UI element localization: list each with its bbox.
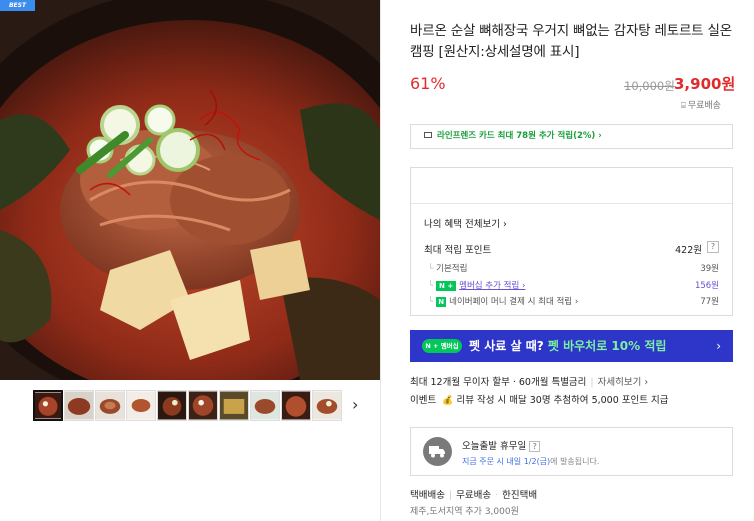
thumbnail-6[interactable] (188, 390, 218, 421)
delivery-carrier: 한진택배 (502, 490, 538, 501)
pet-banner-text-b: 펫 바우처로 10% 적립 (547, 339, 667, 353)
installment-details-link[interactable]: 자세히보기 › (598, 377, 649, 388)
shipping-date: 지금 주문 시 내일 1/2(금) (462, 457, 551, 466)
money-bag-icon: 💰 (442, 396, 454, 406)
event-text: 리뷰 작성 시 매달 30명 추첨하여 5,000 포인트 지급 (456, 395, 669, 406)
view-all-benefits-link[interactable]: 나의 혜택 전체보기 › (424, 216, 507, 230)
divider (411, 203, 732, 204)
product-main-image[interactable]: BEST (0, 0, 380, 380)
soup-illustration (0, 0, 380, 380)
delivery-info: 택배배송 | 무료배송 · 한진택배 (410, 490, 538, 501)
benefit-row-value: 156원 (694, 281, 719, 291)
thumbnail-7[interactable] (219, 390, 249, 421)
help-icon[interactable]: ? (529, 441, 541, 452)
help-icon[interactable]: ? (707, 241, 719, 253)
installment-text: 최대 12개월 무이자 할부 · 60개월 특별금리 (410, 377, 587, 388)
free-shipping-label: 무료배송 (687, 101, 721, 111)
sale-price: 3,900원 (674, 75, 736, 93)
benefit-panel: 나의 혜택 전체보기 › 최대 적립 포인트 422원 ? └ 기본적립 39원 … (410, 167, 733, 316)
jeju-extra-fee: 제주,도서지역 추가 3,000원 (410, 507, 519, 517)
thumbnail-strip (33, 390, 342, 422)
thumbnail-8[interactable] (250, 390, 280, 421)
truck-icon (423, 437, 452, 466)
naver-plus-icon: N + (436, 280, 457, 291)
shipping-title-text: 오늘출발 휴무일 (462, 441, 527, 452)
installment-info: 최대 12개월 무이자 할부 · 60개월 특별금리 | 자세히보기 › (410, 377, 649, 388)
truck-icon: ⌸ (681, 101, 686, 110)
benefit-row-npay: └ N 네이버페이 머니 결제 시 최대 적립 › (428, 296, 579, 307)
best-badge: BEST (0, 0, 35, 11)
credit-card-icon (424, 131, 432, 138)
membership-link[interactable]: 멤버십 추가 적립 › (459, 281, 525, 291)
thumbnail-2[interactable] (64, 390, 94, 421)
chevron-right-icon: › (716, 339, 721, 353)
delivery-fee: 무료배송 (456, 490, 492, 501)
shipping-title: 오늘출발 휴무일? (462, 438, 541, 452)
thumbnail-4[interactable] (126, 390, 156, 421)
naver-pay-icon: N (436, 296, 447, 307)
shipping-schedule-box: 오늘출발 휴무일? 지금 주문 시 내일 1/2(금)에 발송됩니다. (410, 427, 733, 476)
pet-voucher-banner[interactable]: N + 멤버십 펫 사료 살 때? 펫 바우처로 10% 적립 › (410, 330, 733, 362)
chevron-right-icon[interactable]: › (352, 395, 358, 414)
free-shipping-badge: ⌸ 무료배송 (681, 98, 721, 111)
card-benefit-banner[interactable]: 라인프렌즈 카드 최대 78원 추가 적립(2%) › (410, 124, 733, 149)
thumbnail-10[interactable] (312, 390, 342, 421)
thumbnail-5[interactable] (157, 390, 187, 421)
thumbnail-3[interactable] (95, 390, 125, 421)
naver-membership-chip: N + 멤버십 (422, 338, 462, 353)
shipping-subtext: 지금 주문 시 내일 1/2(금)에 발송됩니다. (462, 456, 599, 467)
discount-rate: 61% (410, 74, 446, 93)
benefit-row-label: 기본적립 (436, 264, 468, 274)
benefit-row-value: 39원 (700, 264, 719, 274)
benefit-row-value: 77원 (700, 297, 719, 307)
original-price: 10,000원 (624, 79, 675, 93)
benefit-row-membership: └ N + 멤버십 추가 적립 › (428, 280, 526, 291)
delivery-method: 택배배송 (410, 490, 445, 501)
npay-money-link[interactable]: 네이버페이 머니 결제 시 최대 적립 › (449, 297, 578, 307)
card-benefit-text: 라인프렌즈 카드 최대 78원 추가 적립(2%) › (437, 131, 602, 141)
pet-banner-text-a: 펫 사료 살 때? (469, 339, 548, 353)
column-divider (380, 0, 381, 521)
benefit-row-basic: └ 기본적립 (428, 264, 468, 274)
event-label: 이벤트 (410, 395, 437, 406)
product-title: 바르온 순살 뼈해장국 우거지 뼈없는 감자탕 레토르트 실온 캠핑 [원산지:… (410, 23, 732, 60)
thumbnail-9[interactable] (281, 390, 311, 421)
event-info: 이벤트 💰 리뷰 작성 시 매달 30명 추첨하여 5,000 포인트 지급 (410, 392, 669, 406)
max-points-label: 최대 적립 포인트 (424, 245, 492, 256)
shipping-sub-suffix: 에 발송됩니다. (550, 457, 600, 466)
max-points-value: 422원 (675, 245, 702, 256)
thumbnail-1[interactable] (33, 390, 63, 421)
